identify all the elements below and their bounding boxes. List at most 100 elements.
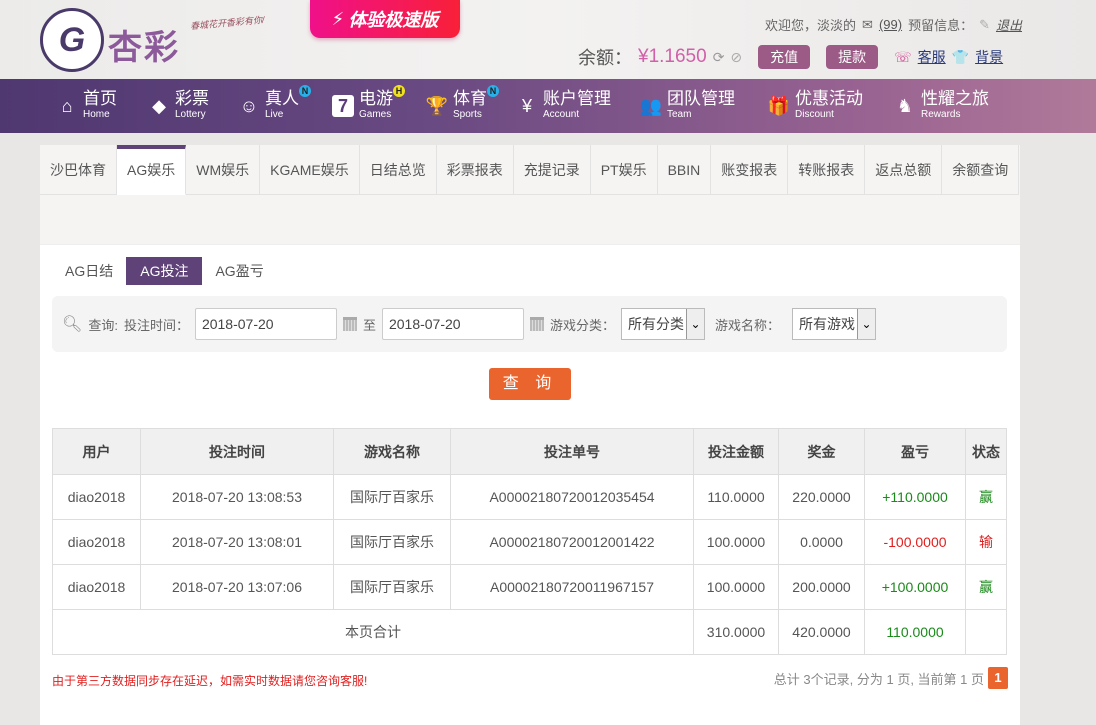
cell-amount: 110.0000 bbox=[693, 474, 779, 520]
total-label: 本页合计 bbox=[52, 609, 694, 655]
nav-label: 真人 bbox=[265, 89, 299, 108]
cell-prize: 0.0000 bbox=[778, 519, 865, 565]
column-header: 投注时间 bbox=[140, 428, 334, 475]
messages-link[interactable]: (99) bbox=[879, 17, 902, 32]
calendar-icon[interactable] bbox=[342, 317, 357, 331]
total-profit: 110.0000 bbox=[864, 609, 966, 655]
cell-bet-id: A00002180720012001422 bbox=[450, 519, 694, 565]
nav-sublabel: Account bbox=[543, 109, 580, 120]
tab-balance-query[interactable]: 余额查询 bbox=[942, 145, 1020, 195]
subtab-ag-daily[interactable]: AG日结 bbox=[54, 257, 124, 285]
gift-icon: 🎁 bbox=[767, 95, 791, 116]
page-1-button[interactable]: 1 bbox=[988, 667, 1008, 689]
nav-sublabel: Sports bbox=[453, 109, 482, 120]
game-select[interactable]: 所有游戏 ⌄ bbox=[792, 308, 876, 340]
report-panel: 沙巴体育 AG娱乐 WM娱乐 KGAME娱乐 日结总览 彩票报表 充提记录 PT… bbox=[40, 145, 1020, 725]
column-header: 投注单号 bbox=[450, 428, 694, 475]
nav-label: 体育 bbox=[453, 89, 487, 108]
tab-daily-overview[interactable]: 日结总览 bbox=[359, 145, 437, 195]
nav-sublabel: Team bbox=[667, 109, 692, 120]
subtab-ag-bets[interactable]: AG投注 bbox=[126, 257, 203, 285]
pagination-summary: 总计 3个记录, 分为 1 页, 当前第 1 页 bbox=[773, 671, 984, 687]
lightning-icon: ⚡ bbox=[331, 8, 345, 29]
withdraw-button[interactable]: 提款 bbox=[826, 45, 879, 69]
total-bet: 310.0000 bbox=[693, 609, 779, 655]
refresh-icon[interactable]: ⟳ bbox=[713, 49, 725, 66]
tab-lottery-report[interactable]: 彩票报表 bbox=[436, 145, 514, 195]
game-name-label: 游戏名称： bbox=[714, 317, 780, 333]
tab-rebate-total[interactable]: 返点总额 bbox=[865, 145, 943, 195]
total-prize: 420.0000 bbox=[778, 609, 865, 655]
cell-game: 国际厅百家乐 bbox=[333, 564, 451, 610]
subtab-ag-profit[interactable]: AG盈亏 bbox=[204, 257, 274, 285]
tab-ag[interactable]: AG娱乐 bbox=[117, 145, 187, 195]
edit-icon[interactable]: ✎ bbox=[979, 17, 990, 33]
calendar-icon[interactable] bbox=[529, 317, 544, 331]
background-link[interactable]: 背景 bbox=[975, 47, 1003, 67]
tab-bbin[interactable]: BBIN bbox=[657, 145, 712, 195]
nav-sublabel: Home bbox=[83, 109, 110, 120]
hot-badge: H bbox=[393, 85, 405, 97]
report-tabs: 沙巴体育 AG娱乐 WM娱乐 KGAME娱乐 日结总览 彩票报表 充提记录 PT… bbox=[40, 145, 1020, 245]
nav-label: 团队管理 bbox=[667, 89, 735, 108]
query-label: 查询: bbox=[88, 317, 118, 333]
tab-pt[interactable]: PT娱乐 bbox=[590, 145, 658, 195]
nav-games[interactable]: 7 电游 Games H bbox=[332, 85, 405, 121]
nav-home[interactable]: ⌂ 首页 Home bbox=[56, 89, 117, 121]
bets-table: 用户 投注时间 游戏名称 投注单号 投注金额 奖金 盈亏 状态 diao2018… bbox=[52, 428, 1007, 655]
table-row: diao2018 2018-07-20 13:07:06 国际厅百家乐 A000021… bbox=[52, 564, 1007, 610]
shirt-icon[interactable]: 👕 bbox=[952, 49, 969, 66]
cell-amount: 100.0000 bbox=[693, 519, 779, 565]
new-badge: N bbox=[299, 85, 311, 97]
yen-coin-icon: ¥ bbox=[521, 95, 532, 116]
nav-team[interactable]: 👥 团队管理 Team bbox=[640, 89, 735, 121]
bet-time-label: 投注时间： bbox=[123, 317, 189, 333]
nav-sports[interactable]: 🏆 体育 Sports N bbox=[426, 85, 499, 121]
end-date-input[interactable]: 2018-07-20 bbox=[381, 308, 524, 340]
start-date-input[interactable]: 2018-07-20 bbox=[194, 308, 337, 340]
cell-bet-id: A00002180720012035454 bbox=[450, 474, 694, 520]
category-select[interactable]: 所有分类 ⌄ bbox=[620, 308, 705, 340]
hide-balance-icon[interactable]: ⊘ bbox=[730, 49, 742, 66]
nav-rewards[interactable]: ♞ 性耀之旅 Rewards bbox=[894, 89, 989, 121]
promo-label: 体验极速版 bbox=[348, 10, 439, 30]
cell-user: diao2018 bbox=[52, 474, 141, 520]
category-value: 所有分类 bbox=[627, 316, 684, 332]
tab-deposit-records[interactable]: 充提记录 bbox=[513, 145, 591, 195]
nav-lottery[interactable]: ◆ 彩票 Lottery bbox=[148, 89, 209, 121]
nav-discount[interactable]: 🎁 优惠活动 Discount bbox=[768, 89, 863, 121]
cell-amount: 100.0000 bbox=[693, 564, 779, 610]
nav-label: 优惠活动 bbox=[795, 89, 863, 108]
team-icon: 👥 bbox=[639, 95, 663, 116]
tab-wm[interactable]: WM娱乐 bbox=[186, 145, 261, 195]
tab-saba-sports[interactable]: 沙巴体育 bbox=[40, 145, 117, 195]
reserve-info-label: 预留信息： bbox=[908, 18, 974, 33]
tab-kgame[interactable]: KGAME娱乐 bbox=[260, 145, 360, 195]
logout-link[interactable]: 退出 bbox=[996, 15, 1022, 34]
category-label: 游戏分类： bbox=[549, 317, 615, 333]
column-header: 盈亏 bbox=[864, 428, 966, 475]
tab-account-changes[interactable]: 账变报表 bbox=[711, 145, 789, 195]
deposit-button[interactable]: 充值 bbox=[758, 45, 811, 69]
nav-live[interactable]: ☺ 真人 Live N bbox=[238, 85, 311, 121]
column-header: 投注金额 bbox=[693, 428, 779, 475]
nav-sublabel: Live bbox=[265, 109, 284, 120]
nav-account[interactable]: ¥ 账户管理 Account bbox=[516, 89, 611, 121]
customer-service-link[interactable]: 客服 bbox=[918, 47, 946, 67]
query-button[interactable]: 查 询 bbox=[489, 368, 571, 400]
cell-bet-id: A00002180720011967157 bbox=[450, 564, 694, 610]
mail-icon[interactable]: ✉ bbox=[862, 17, 873, 33]
customer-service-icon[interactable]: ☏ bbox=[894, 49, 912, 66]
slot-seven-icon: 7 bbox=[332, 95, 354, 117]
to-label: 至 bbox=[362, 317, 376, 333]
nav-label: 性耀之旅 bbox=[921, 89, 989, 108]
cell-user: diao2018 bbox=[52, 564, 141, 610]
logo-icon[interactable]: G bbox=[40, 8, 104, 72]
rewards-icon: ♞ bbox=[896, 95, 914, 116]
promo-button[interactable]: ⚡ 体验极速版 bbox=[310, 0, 460, 38]
tab-transfer-report[interactable]: 转账报表 bbox=[788, 145, 866, 195]
cell-status: 输 bbox=[965, 519, 1007, 565]
nav-sublabel: Rewards bbox=[921, 109, 961, 120]
logo-text: 杏彩 bbox=[108, 29, 180, 67]
logo-tagline: 春城花开香彩有你/ bbox=[189, 14, 265, 32]
